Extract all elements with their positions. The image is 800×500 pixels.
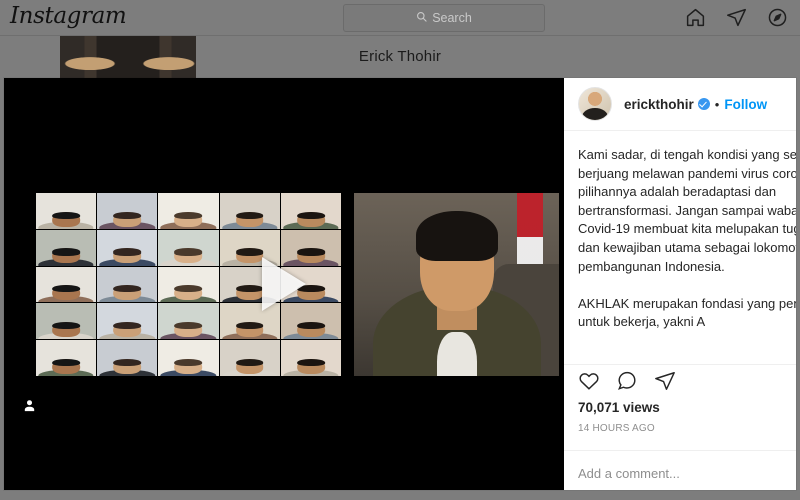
follow-button[interactable]: Follow xyxy=(724,97,767,112)
video-participant-tile xyxy=(97,303,158,340)
play-button-icon[interactable] xyxy=(262,257,306,311)
speaker-hair xyxy=(415,211,498,261)
home-icon[interactable] xyxy=(685,7,706,28)
video-participant-tile xyxy=(158,266,219,303)
video-participant-tile xyxy=(97,229,158,266)
post-caption-text: Kami sadar, di tengah kondisi yang sedan… xyxy=(578,147,796,330)
separator-dot: • xyxy=(714,96,720,112)
post-author-header: erickthohir • Follow xyxy=(564,78,796,131)
post-modal: erickthohir • Follow Kami sadar, di teng… xyxy=(4,78,796,490)
search-input[interactable]: Search xyxy=(343,4,545,32)
video-participant-tile xyxy=(97,340,158,376)
speaker-shirt xyxy=(436,332,477,376)
video-participant-tile xyxy=(158,303,219,340)
video-participant-tile xyxy=(219,193,280,229)
view-count: 70,071 views xyxy=(578,400,660,415)
video-participant-tile xyxy=(36,340,97,376)
author-username[interactable]: erickthohir xyxy=(624,97,694,112)
video-participant-tile xyxy=(36,303,97,340)
video-participant-tile xyxy=(97,266,158,303)
speaker-video-tile xyxy=(354,193,559,376)
search-icon xyxy=(416,9,427,27)
video-participant-tile xyxy=(158,229,219,266)
video-participant-tile xyxy=(158,193,219,229)
video-participant-tile xyxy=(280,340,341,376)
instagram-logo[interactable]: Instagram xyxy=(10,5,127,28)
search-placeholder-text: Search xyxy=(432,11,472,25)
share-paper-plane-icon[interactable] xyxy=(654,370,676,392)
author-avatar[interactable] xyxy=(578,87,612,121)
comment-bubble-icon[interactable] xyxy=(616,370,638,392)
post-media-pane[interactable] xyxy=(4,78,564,490)
video-participant-tile xyxy=(36,193,97,229)
post-timestamp: 14 HOURS AGO xyxy=(578,423,655,434)
tagged-people-icon[interactable] xyxy=(22,398,37,418)
post-action-bar xyxy=(578,370,676,392)
instagram-post-modal-page: Erick Thohir Instagram Search erickthohi… xyxy=(0,0,800,500)
post-sidebar-pane: erickthohir • Follow Kami sadar, di teng… xyxy=(564,78,796,490)
video-participant-tile xyxy=(36,229,97,266)
direct-messages-icon[interactable] xyxy=(726,7,747,28)
comment-box-divider xyxy=(564,450,796,451)
navbar-icon-group xyxy=(685,0,788,35)
explore-compass-icon[interactable] xyxy=(767,7,788,28)
caption-actions-divider xyxy=(564,364,796,365)
video-participant-tile xyxy=(280,193,341,229)
post-caption-area: Kami sadar, di tengah kondisi yang sedan… xyxy=(564,132,796,364)
add-comment-input[interactable]: Add a comment... xyxy=(578,466,680,481)
author-name-row: erickthohir • Follow xyxy=(624,97,767,112)
video-participant-tile xyxy=(97,193,158,229)
video-participant-tile xyxy=(158,340,219,376)
verified-badge-icon xyxy=(697,98,710,110)
like-heart-icon[interactable] xyxy=(578,370,600,392)
video-participant-tile xyxy=(36,266,97,303)
video-participant-tile xyxy=(219,340,280,376)
background-profile-title: Erick Thohir xyxy=(358,48,442,65)
top-navigation-bar: Instagram Search xyxy=(0,0,800,36)
